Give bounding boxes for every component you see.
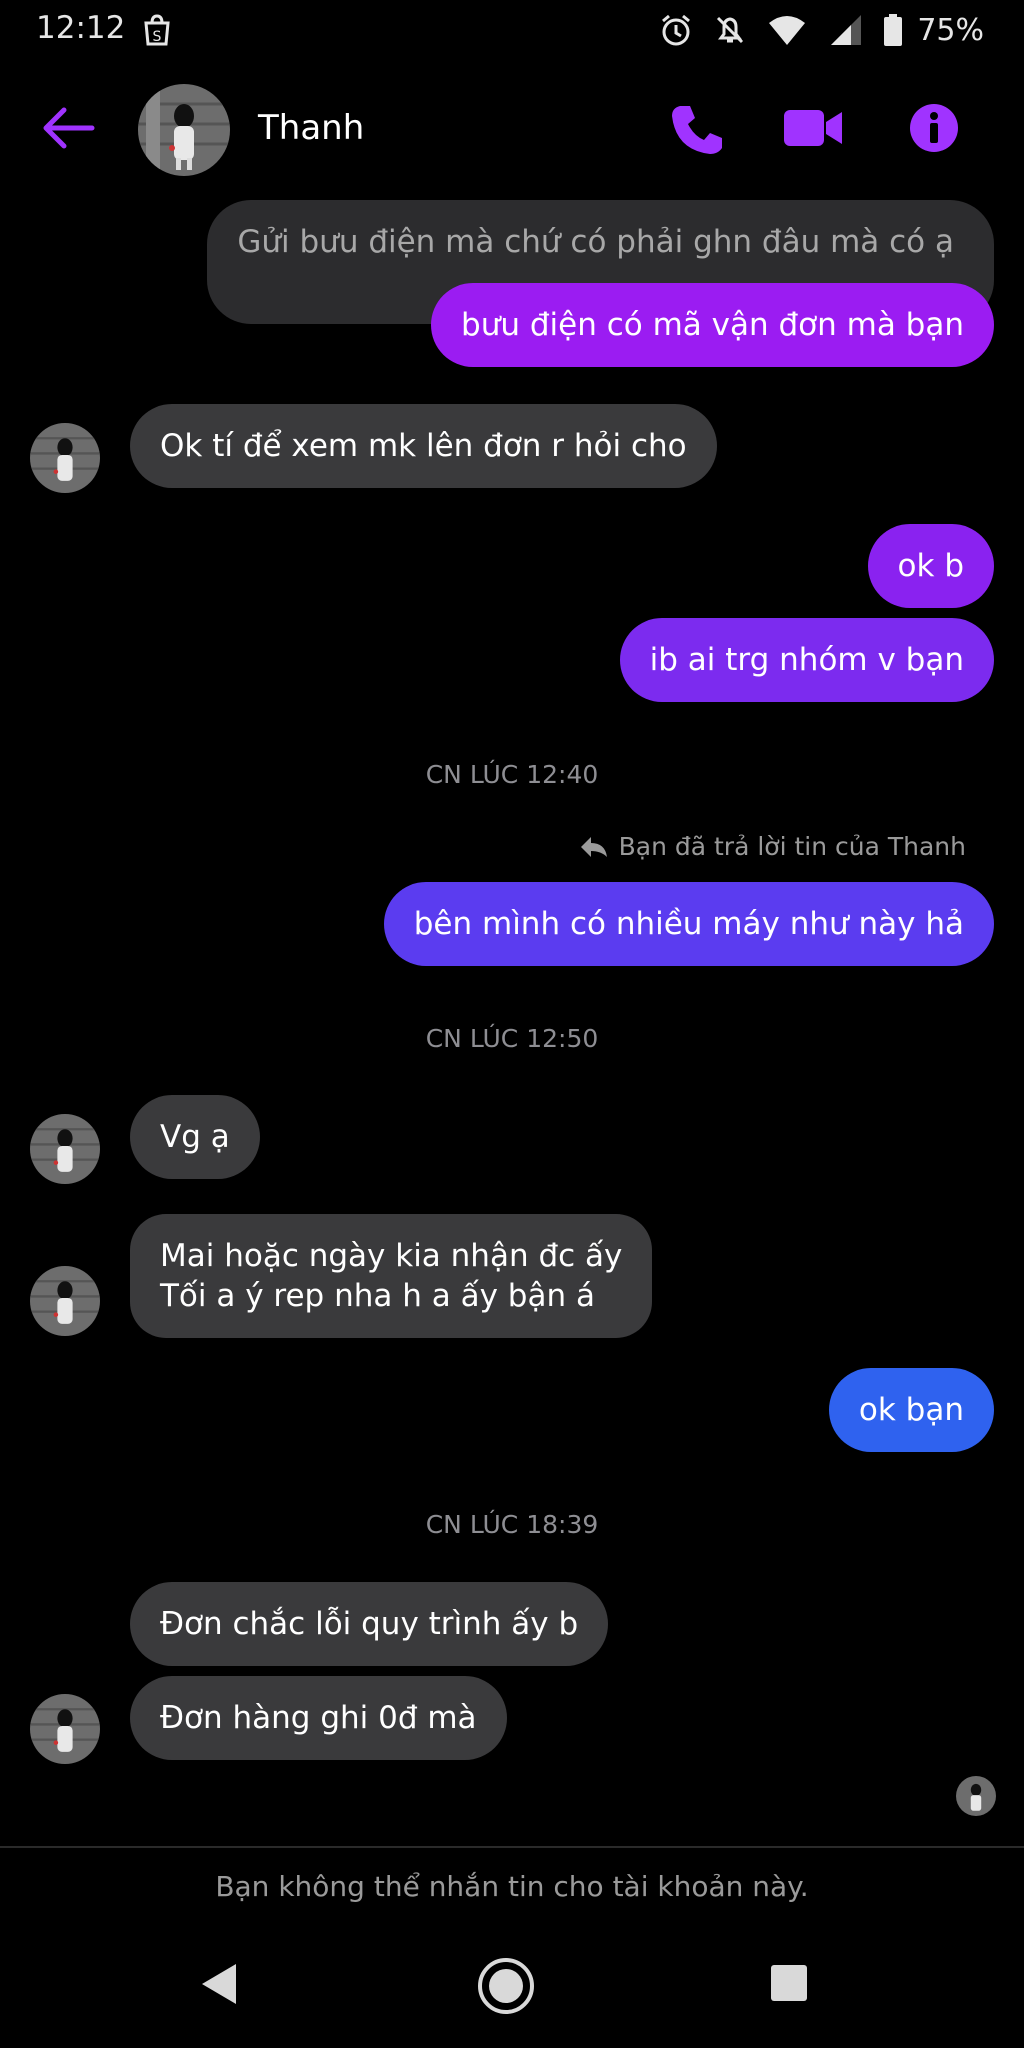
back-triangle-icon[interactable] [196,1960,240,2008]
cannot-message-notice: Bạn không thể nhắn tin cho tài khoản này… [215,1870,809,1903]
info-icon[interactable] [908,102,960,154]
reply-note-text: Bạn đã trả lời tin của Thanh [618,832,966,861]
message-text-line: Tối a ý rep nha h a ấy bận á [160,1278,595,1314]
outgoing-message[interactable]: bưu điện có mã vận đơn mà bạn [431,283,994,367]
contact-avatar-small[interactable] [30,1266,100,1336]
message-text: ok b [897,548,964,584]
divider [0,1846,1024,1848]
outgoing-message[interactable]: ok b [867,524,994,608]
timestamp: CN LÚC 12:40 [425,760,599,789]
incoming-message[interactable]: Đơn hàng ghi 0đ mà [130,1676,507,1760]
message-text: ok bạn [858,1392,964,1428]
reply-arrow-icon [580,836,607,857]
message-text: Đơn chắc lỗi quy trình ấy b [160,1606,579,1642]
alarm-icon [662,14,691,46]
contact-avatar[interactable] [138,84,230,176]
message-text: bên mình có nhiều máy như này hả [413,906,964,942]
back-arrow-icon[interactable] [40,104,96,152]
contact-avatar-small[interactable] [30,423,100,493]
battery-icon [884,14,903,46]
incoming-message[interactable]: Đơn chắc lỗi quy trình ấy b [130,1582,609,1666]
battery-level: 75% [917,12,984,48]
message-text: bưu điện có mã vận đơn mà bạn [461,307,964,343]
contact-name[interactable]: Thanh [258,108,364,148]
message-text: Đơn hàng ghi 0đ mà [160,1700,477,1736]
outgoing-message[interactable]: ok bạn [828,1368,994,1452]
phone-icon[interactable] [668,102,724,158]
timestamp: CN LÚC 18:39 [425,1510,599,1539]
svg-text:S: S [153,29,162,45]
incoming-message[interactable]: Vg ạ [130,1095,260,1179]
message-text: Ok tí để xem mk lên đơn r hỏi cho [160,428,687,464]
message-text: Gửi bưu điện mà chứ có phải ghn đâu mà c… [237,224,954,260]
system-nav-bar [0,1930,1024,2048]
conversation-header: Thanh [0,64,1024,194]
message-text: ib ai trg nhóm v bạn [649,642,964,678]
status-time: 12:12 [36,10,126,46]
home-circle-icon[interactable] [476,1956,536,2016]
shopee-bag-icon: S [144,14,170,46]
seen-indicator-avatar [956,1776,996,1816]
signal-icon [831,15,862,45]
reply-note: Bạn đã trả lời tin của Thanh [579,832,966,861]
outgoing-message[interactable]: bên mình có nhiều máy như này hả [383,882,994,966]
contact-avatar-small[interactable] [30,1694,100,1764]
message-text: Vg ạ [160,1119,230,1155]
timestamp: CN LÚC 12:50 [425,1024,599,1053]
video-icon[interactable] [782,102,844,154]
wifi-icon [769,16,806,45]
incoming-message[interactable]: Ok tí để xem mk lên đơn r hỏi cho [130,404,717,488]
status-bar: 12:12 S 75% [0,0,1024,64]
incoming-message[interactable]: Mai hoặc ngày kia nhận đc ấy Tối a ý rep… [130,1214,653,1338]
outgoing-message[interactable]: ib ai trg nhóm v bạn [619,618,994,702]
contact-avatar-small[interactable] [30,1114,100,1184]
mute-icon [717,16,744,44]
message-text-line: Mai hoặc ngày kia nhận đc ấy [160,1238,623,1274]
recents-square-icon[interactable] [770,1964,808,2002]
